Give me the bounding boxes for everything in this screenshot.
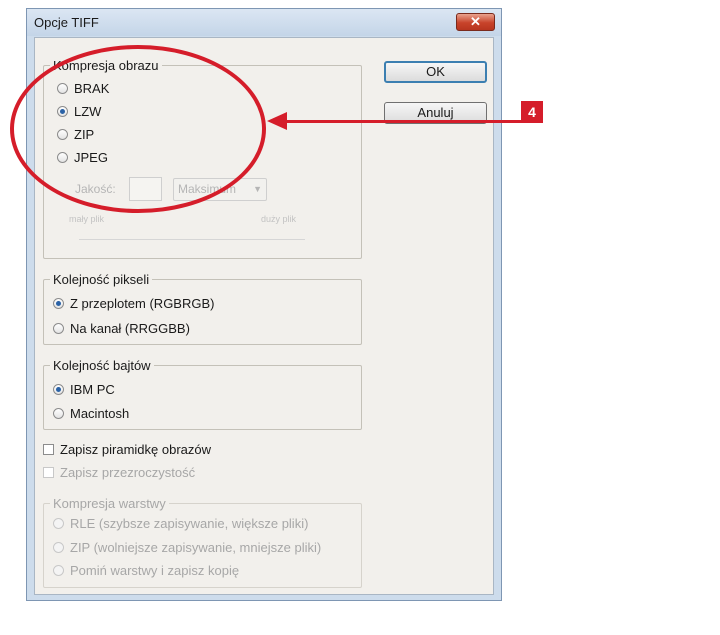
option-label: Na kanał (RRGGBB) [70, 320, 190, 336]
large-file-label: duży plik [261, 214, 297, 224]
option-label: Z przeplotem (RGBRGB) [70, 295, 215, 311]
option-label: ZIP (wolniejsze zapisywanie, mniejsze pl… [70, 539, 322, 555]
layer-compression-legend: Kompresja warstwy [53, 496, 166, 511]
title-bar[interactable]: Opcje TIFF ✕ [27, 9, 501, 36]
radio-button[interactable] [53, 541, 64, 553]
small-file-label: mały plik [69, 214, 105, 224]
option-label: Macintosh [70, 405, 130, 421]
layer-compression-discard[interactable]: Pomiń warstwy i zapisz kopię [53, 561, 239, 579]
checkbox[interactable] [43, 466, 54, 478]
radio-button[interactable] [53, 407, 64, 419]
byte-order-macintosh[interactable]: Macintosh [53, 404, 129, 422]
close-icon: ✕ [470, 14, 481, 29]
highlight-ellipse [10, 45, 266, 213]
byte-order-legend: Kolejność bajtów [53, 358, 151, 373]
arrow-left-icon [267, 112, 287, 130]
callout-number-badge: 4 [521, 101, 543, 123]
checkbox-label: Zapisz piramidkę obrazów [60, 441, 212, 457]
radio-button[interactable] [53, 564, 64, 576]
dialog-title: Opcje TIFF [34, 15, 99, 30]
layer-compression-rle[interactable]: RLE (szybsze zapisywanie, większe pliki) [53, 514, 308, 532]
close-button[interactable]: ✕ [456, 13, 495, 31]
pixel-order-legend: Kolejność pikseli [53, 272, 150, 287]
ok-button[interactable]: OK [384, 61, 487, 83]
chevron-down-icon: ▼ [253, 184, 262, 194]
checkbox-label: Zapisz przezroczystość [60, 464, 196, 480]
byte-order-ibm-pc[interactable]: IBM PC [53, 380, 115, 398]
option-label: RLE (szybsze zapisywanie, większe pliki) [70, 515, 309, 531]
option-label: Pomiń warstwy i zapisz kopię [70, 562, 240, 578]
radio-button[interactable] [53, 322, 64, 334]
radio-button-selected[interactable] [53, 383, 64, 395]
save-pyramid-checkbox[interactable]: Zapisz piramidkę obrazów [43, 440, 211, 458]
pixel-order-interleaved[interactable]: Z przeplotem (RGBRGB) [53, 294, 214, 312]
callout-arrow-line [285, 120, 521, 123]
save-transparency-checkbox[interactable]: Zapisz przezroczystość [43, 463, 195, 481]
layer-compression-zip[interactable]: ZIP (wolniejsze zapisywanie, mniejsze pl… [53, 538, 321, 556]
pixel-order-per-channel[interactable]: Na kanał (RRGGBB) [53, 319, 190, 337]
radio-button[interactable] [53, 517, 64, 529]
checkbox[interactable] [43, 443, 54, 455]
option-label: IBM PC [70, 381, 115, 397]
radio-button-selected[interactable] [53, 297, 64, 309]
quality-slider[interactable] [79, 239, 305, 240]
